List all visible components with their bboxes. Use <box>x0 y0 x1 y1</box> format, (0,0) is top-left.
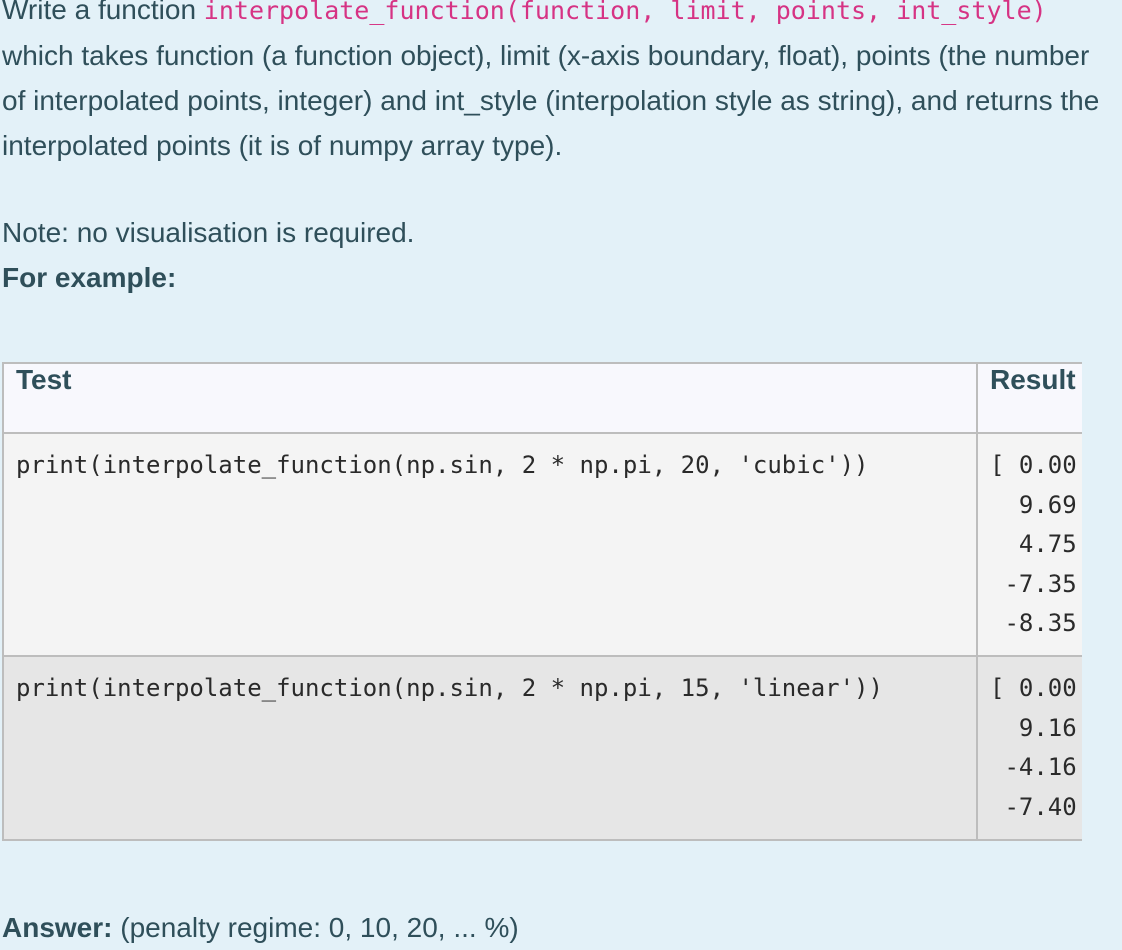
question-text: Write a function interpolate_function(fu… <box>2 0 1118 300</box>
answer-heading: Answer: (penalty regime: 0, 10, 20, ... … <box>2 905 519 950</box>
question-description: Write a function interpolate_function(fu… <box>2 0 1118 168</box>
test-cell: print(interpolate_function(np.sin, 2 * n… <box>2 432 978 657</box>
result-line: 9.69 <box>990 490 1077 519</box>
result-line: -8.35 <box>990 609 1077 637</box>
penalty-regime: (penalty regime: 0, 10, 20, ... %) <box>120 912 519 943</box>
table-row: print(interpolate_function(np.sin, 2 * n… <box>2 655 1082 841</box>
result-line: 4.75 <box>990 530 1077 558</box>
examples-table: Test Result print(interpolate_function(n… <box>2 362 1082 841</box>
description-suffix: which takes function (a function object)… <box>2 40 1100 161</box>
test-cell: print(interpolate_function(np.sin, 2 * n… <box>2 655 978 841</box>
example-heading: For example: <box>2 262 177 293</box>
result-cell: [ 0.00 9.69 4.75 -7.35 -8.35 <box>976 432 1082 657</box>
header-test: Test <box>2 362 978 434</box>
description-prefix: Write a function <box>2 0 204 25</box>
function-signature: interpolate_function(function, limit, po… <box>203 0 1047 25</box>
result-line: [ 0.00 <box>990 674 1077 702</box>
header-result: Result <box>976 362 1082 434</box>
result-line: -4.16 <box>990 753 1077 781</box>
answer-label: Answer: <box>2 912 113 943</box>
result-line: -7.35 <box>990 569 1077 598</box>
table-row: print(interpolate_function(np.sin, 2 * n… <box>2 432 1082 657</box>
note-text: Note: no visualisation is required. <box>2 217 415 248</box>
result-line: -7.40 <box>990 792 1077 821</box>
result-line: [ 0.00 <box>990 451 1077 479</box>
result-line: 9.16 <box>990 713 1077 742</box>
result-cell: [ 0.00 9.16 -4.16 -7.40 <box>976 655 1082 841</box>
